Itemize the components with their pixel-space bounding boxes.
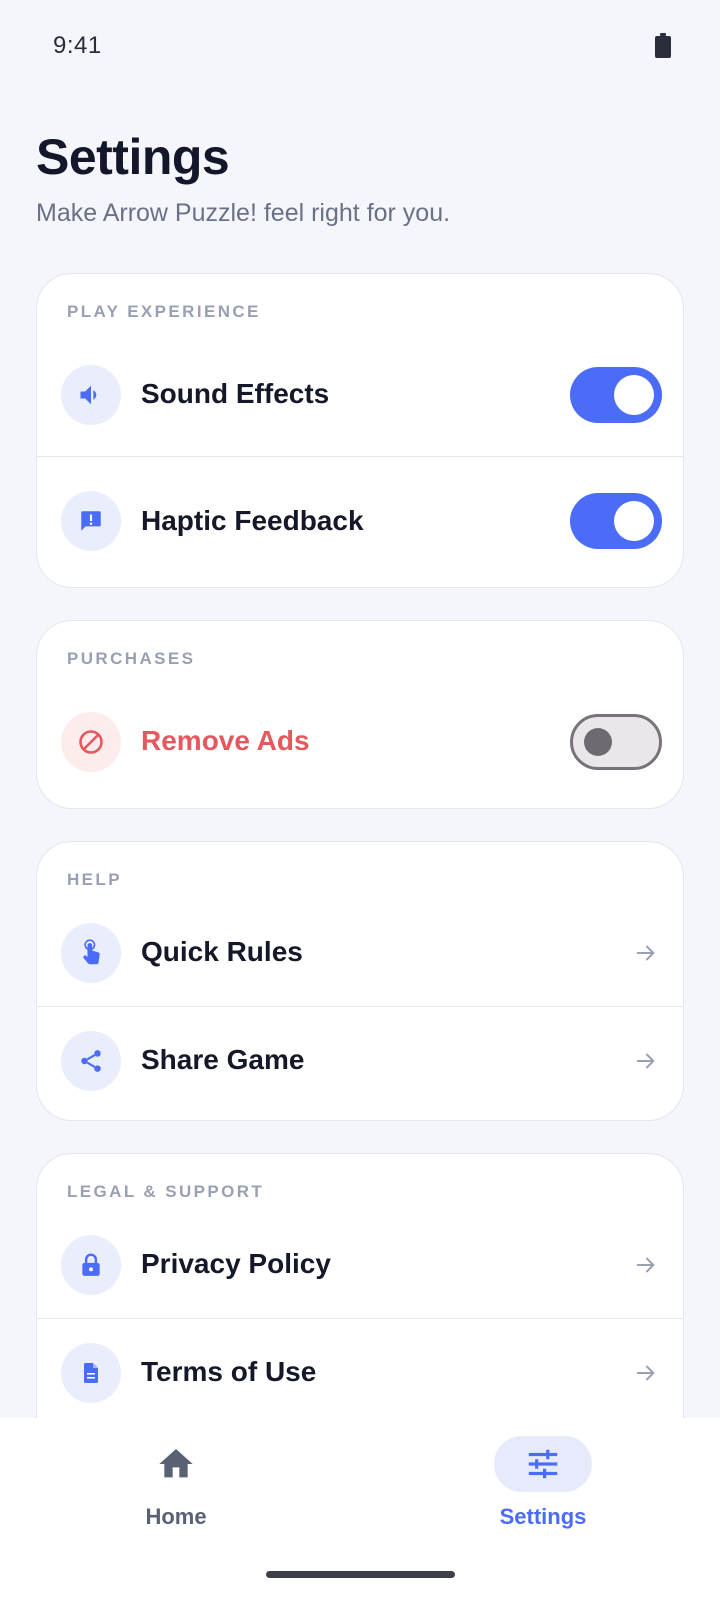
block-icon: [61, 712, 121, 772]
page-title: Settings: [36, 129, 230, 185]
terms-of-use-row[interactable]: Terms of Use: [37, 1318, 683, 1418]
nav-item-home[interactable]: Home: [76, 1418, 276, 1558]
haptic-feedback-row[interactable]: Haptic Feedback: [37, 456, 683, 587]
tap-icon: [61, 923, 121, 983]
haptic-feedback-label: Haptic Feedback: [141, 505, 364, 536]
share-icon: [61, 1031, 121, 1091]
home-icon: [127, 1436, 225, 1492]
home-indicator[interactable]: [266, 1571, 455, 1578]
arrow-right-icon: [636, 945, 655, 961]
arrow-right-icon: [636, 1053, 655, 1069]
sliders-icon: [494, 1436, 592, 1492]
section-label-legal-support: LEGAL & SUPPORT: [67, 1182, 265, 1201]
legal-support-card: LEGAL & SUPPORT Privacy Policy Terms of …: [36, 1153, 684, 1418]
sound-effects-toggle[interactable]: [570, 367, 662, 423]
toggle-knob: [614, 501, 654, 541]
nav-item-settings[interactable]: Settings: [443, 1418, 643, 1558]
battery-icon: [655, 33, 671, 58]
toggle-knob: [614, 375, 654, 415]
settings-screen: 9:41 Settings Make Arrow Puzzle! feel ri…: [0, 0, 720, 1600]
quick-rules-row[interactable]: Quick Rules: [37, 898, 683, 1008]
feedback-icon: [61, 491, 121, 551]
status-bar: 9:41: [0, 0, 720, 90]
sound-effects-row[interactable]: Sound Effects: [37, 340, 683, 450]
terms-of-use-label: Terms of Use: [141, 1356, 317, 1387]
section-label-play-experience: PLAY EXPERIENCE: [67, 302, 261, 321]
remove-ads-row[interactable]: Remove Ads: [37, 687, 683, 808]
section-label-purchases: PURCHASES: [67, 649, 196, 668]
page-subtitle: Make Arrow Puzzle! feel right for you.: [36, 199, 451, 227]
quick-rules-label: Quick Rules: [141, 936, 303, 967]
remove-ads-label: Remove Ads: [141, 725, 310, 756]
arrow-right-icon: [636, 1257, 655, 1273]
privacy-policy-row[interactable]: Privacy Policy: [37, 1210, 683, 1320]
help-card: HELP Quick Rules Share Game: [36, 841, 684, 1121]
nav-label-home: Home: [145, 1504, 207, 1529]
privacy-policy-label: Privacy Policy: [141, 1248, 331, 1279]
nav-label-settings: Settings: [499, 1504, 587, 1529]
status-time: 9:41: [53, 32, 102, 59]
document-icon: [61, 1343, 121, 1403]
purchases-card: PURCHASES Remove Ads: [36, 620, 684, 809]
sound-effects-label: Sound Effects: [141, 378, 330, 409]
play-experience-card: PLAY EXPERIENCE Sound Effects Haptic Fee…: [36, 273, 684, 588]
arrow-right-icon: [636, 1365, 655, 1381]
section-label-help: HELP: [67, 870, 122, 889]
lock-icon: [61, 1235, 121, 1295]
share-game-row[interactable]: Share Game: [37, 1006, 683, 1120]
remove-ads-toggle[interactable]: [570, 714, 662, 770]
haptic-feedback-toggle[interactable]: [570, 493, 662, 549]
toggle-knob: [584, 728, 612, 756]
settings-scroll-area[interactable]: 9:41 Settings Make Arrow Puzzle! feel ri…: [0, 0, 720, 1418]
share-game-label: Share Game: [141, 1044, 305, 1075]
speaker-icon: [61, 365, 121, 425]
